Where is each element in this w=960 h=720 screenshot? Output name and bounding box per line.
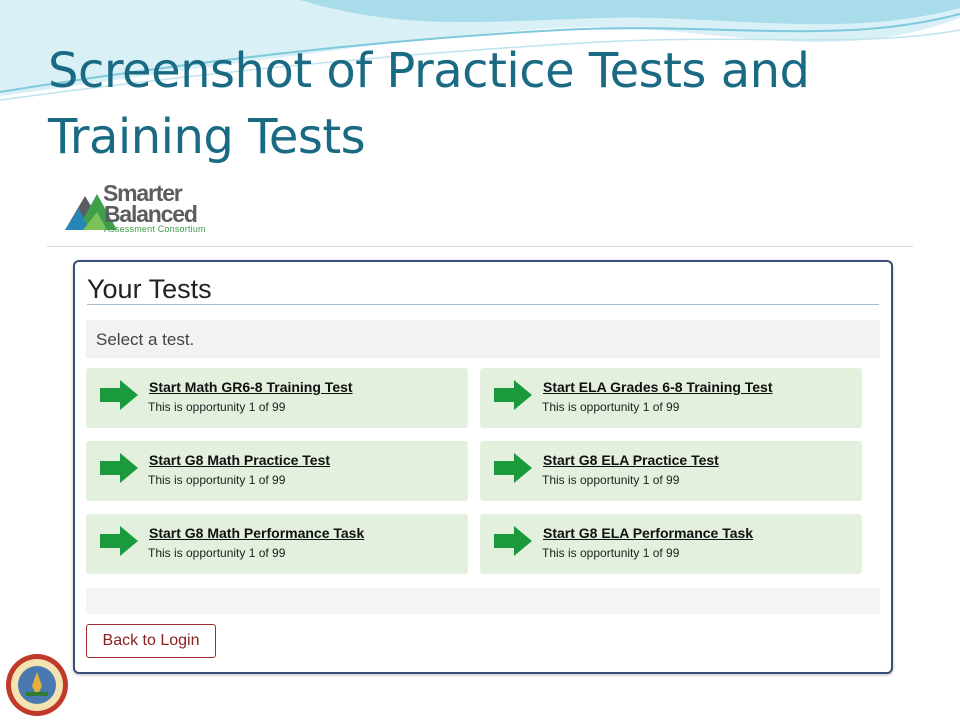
your-tests-panel: Your Tests Select a test. Start Math GR6…: [73, 260, 893, 674]
instruction-text: Select a test.: [96, 330, 195, 349]
test-link[interactable]: Start G8 Math Practice Test: [149, 452, 330, 468]
arrow-right-icon: [100, 526, 138, 556]
instruction-bar: Select a test.: [86, 320, 880, 358]
opportunity-text: This is opportunity 1 of 99: [542, 546, 680, 560]
opportunity-text: This is opportunity 1 of 99: [148, 546, 286, 560]
back-to-login-button[interactable]: Back to Login: [86, 624, 216, 658]
test-card-math-practice[interactable]: Start G8 Math Practice Test This is oppo…: [86, 441, 468, 501]
test-card-math-training[interactable]: Start Math GR6-8 Training Test This is o…: [86, 368, 468, 428]
arrow-right-icon: [494, 380, 532, 410]
test-link[interactable]: Start G8 ELA Performance Task: [543, 525, 753, 541]
opportunity-text: This is opportunity 1 of 99: [148, 473, 286, 487]
screenshot-frame: Smarter Balanced Assessment Consortium Y…: [47, 170, 913, 692]
logo-tagline: Assessment Consortium: [104, 224, 206, 234]
test-link[interactable]: Start Math GR6-8 Training Test: [149, 379, 353, 395]
test-link[interactable]: Start G8 ELA Practice Test: [543, 452, 719, 468]
arrow-right-icon: [100, 453, 138, 483]
test-card-ela-training[interactable]: Start ELA Grades 6-8 Training Test This …: [480, 368, 862, 428]
arrow-right-icon: [494, 526, 532, 556]
panel-heading: Your Tests: [87, 274, 879, 305]
app-header: Smarter Balanced Assessment Consortium: [47, 170, 913, 247]
arrow-right-icon: [100, 380, 138, 410]
test-card-ela-performance[interactable]: Start G8 ELA Performance Task This is op…: [480, 514, 862, 574]
opportunity-text: This is opportunity 1 of 99: [542, 400, 680, 414]
slide-title: Screenshot of Practice Tests and Trainin…: [48, 43, 810, 165]
footer-bar: [86, 588, 880, 614]
opportunity-text: This is opportunity 1 of 99: [148, 400, 286, 414]
test-link[interactable]: Start ELA Grades 6-8 Training Test: [543, 379, 773, 395]
test-link[interactable]: Start G8 Math Performance Task: [149, 525, 364, 541]
logo-wordmark-line2: Balanced: [104, 201, 198, 227]
arrow-right-icon: [494, 453, 532, 483]
test-card-math-performance[interactable]: Start G8 Math Performance Task This is o…: [86, 514, 468, 574]
state-seal-icon: [6, 654, 68, 716]
opportunity-text: This is opportunity 1 of 99: [542, 473, 680, 487]
test-card-ela-practice[interactable]: Start G8 ELA Practice Test This is oppor…: [480, 441, 862, 501]
